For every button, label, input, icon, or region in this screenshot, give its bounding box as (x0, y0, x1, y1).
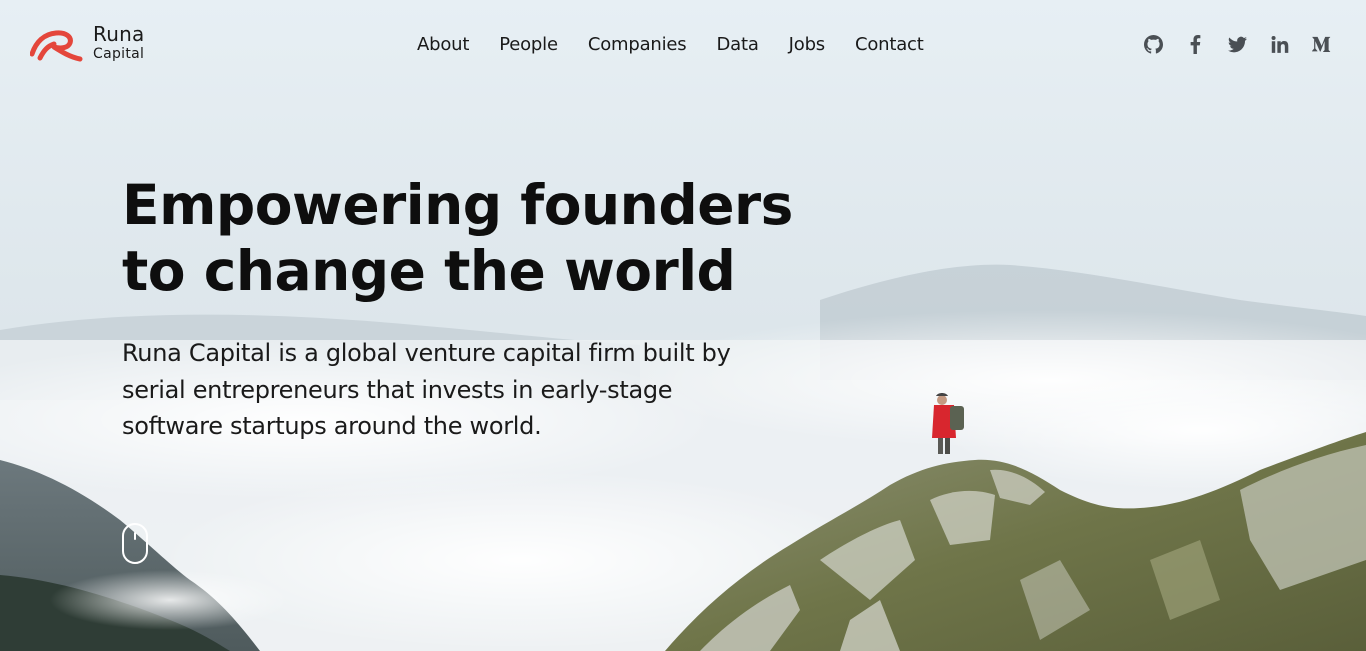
mouse-wheel (134, 532, 136, 540)
nav-contact[interactable]: Contact (855, 32, 924, 58)
logo-wordmark: Runa Capital (93, 24, 144, 61)
logo-name-line2: Capital (93, 46, 145, 62)
mouse-scroll-icon[interactable] (122, 523, 148, 564)
main-nav: About People Companies Data Jobs Contact (417, 32, 954, 58)
headline-line-2: to change the world (122, 239, 736, 303)
nav-companies[interactable]: Companies (588, 32, 687, 58)
headline-line-1: Empowering founders (122, 173, 793, 237)
twitter-icon[interactable] (1226, 33, 1248, 55)
description-line-3: software startups around the world. (122, 412, 542, 440)
hero-background-image (0, 0, 1366, 651)
hero-section: Runa Capital About People Companies Data… (0, 0, 1366, 651)
runa-logo-mark-icon (30, 30, 83, 62)
social-links (1122, 33, 1332, 55)
github-icon[interactable] (1142, 33, 1164, 55)
linkedin-icon[interactable] (1268, 33, 1290, 55)
site-header: Runa Capital About People Companies Data… (0, 0, 1366, 90)
nav-jobs[interactable]: Jobs (789, 32, 826, 58)
hero-headline: Empowering founders to change the world (122, 172, 802, 304)
hero-description: Runa Capital is a global venture capital… (122, 335, 782, 445)
runa-capital-logo[interactable]: Runa Capital (30, 24, 160, 64)
medium-icon[interactable] (1310, 33, 1332, 55)
description-line-2: serial entrepreneurs that invests in ear… (122, 375, 673, 404)
nav-people[interactable]: People (499, 32, 558, 58)
logo-name-line1: Runa (93, 22, 145, 46)
nav-about[interactable]: About (417, 32, 469, 58)
facebook-icon[interactable] (1184, 33, 1206, 55)
description-line-1: Runa Capital is a global venture capital… (122, 339, 731, 367)
nav-data[interactable]: Data (716, 32, 758, 58)
